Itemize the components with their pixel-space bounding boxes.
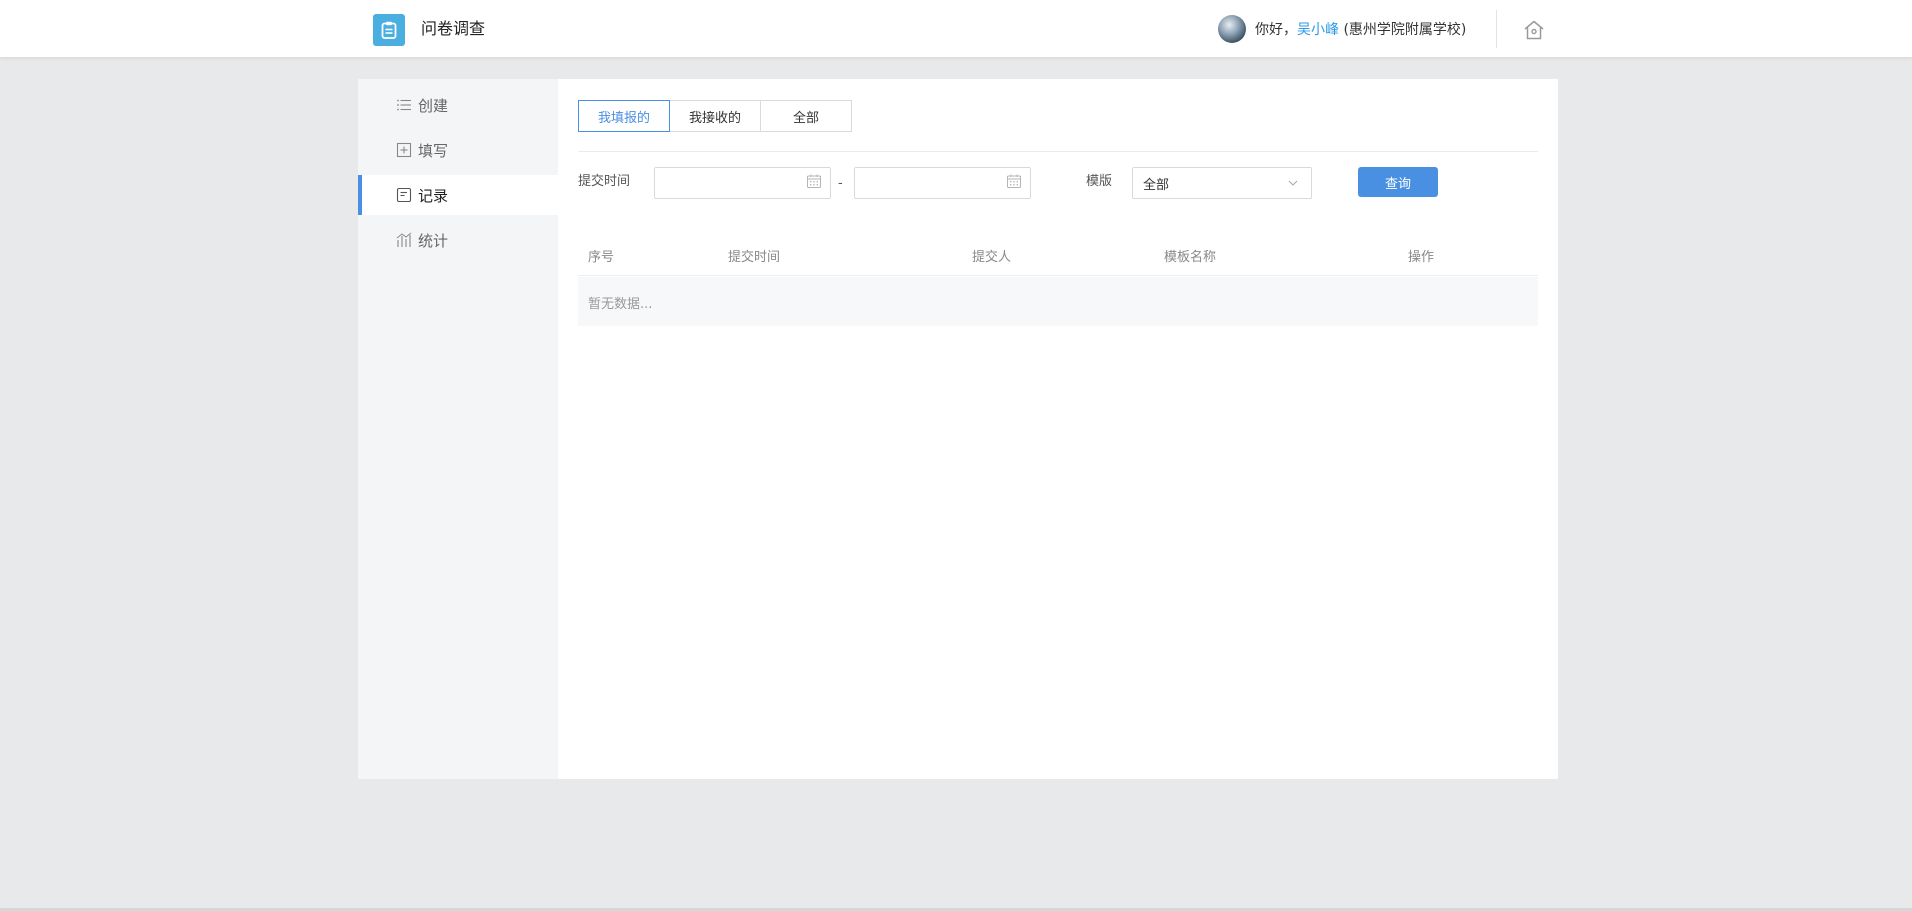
sidebar: 创建 填写 记录 统计 bbox=[358, 79, 558, 779]
user-info: 你好，吴小峰 (惠州学院附属学校) bbox=[1218, 15, 1466, 43]
bar-chart-icon bbox=[396, 232, 412, 248]
username-link[interactable]: 吴小峰 bbox=[1297, 22, 1339, 38]
empty-message: 暂无数据... bbox=[588, 297, 653, 312]
tab-group: 我填报的 我接收的 全部 bbox=[578, 100, 852, 132]
end-date-field[interactable] bbox=[854, 167, 1031, 199]
sidebar-item-label: 填写 bbox=[418, 141, 449, 160]
home-icon[interactable] bbox=[1522, 18, 1546, 42]
greeting-prefix: 你好， bbox=[1255, 22, 1297, 38]
organization-name: (惠州学院附属学校) bbox=[1339, 22, 1467, 38]
tab-all[interactable]: 全部 bbox=[760, 100, 852, 132]
column-header-submit-time: 提交时间 bbox=[728, 250, 781, 265]
header-divider bbox=[1496, 10, 1497, 48]
tab-my-submissions[interactable]: 我填报的 bbox=[578, 100, 670, 132]
sidebar-item-records[interactable]: 记录 bbox=[358, 175, 558, 215]
sidebar-item-label: 记录 bbox=[418, 186, 449, 205]
sidebar-item-create[interactable]: 创建 bbox=[358, 85, 558, 125]
column-header-index: 序号 bbox=[588, 250, 615, 265]
sidebar-item-label: 统计 bbox=[418, 231, 449, 250]
greeting-text: 你好，吴小峰 (惠州学院附属学校) bbox=[1255, 19, 1466, 39]
list-icon bbox=[396, 97, 412, 113]
column-header-template-name: 模板名称 bbox=[1164, 250, 1217, 265]
column-header-actions: 操作 bbox=[1408, 250, 1435, 265]
sidebar-item-label: 创建 bbox=[418, 96, 449, 115]
record-icon bbox=[396, 187, 412, 203]
avatar[interactable] bbox=[1218, 15, 1246, 43]
chevron-down-icon bbox=[1287, 176, 1299, 191]
content-area: 我填报的 我接收的 全部 提交时间 - 模版 全部 查询 序号 提交时间 提交人… bbox=[558, 79, 1558, 779]
date-range-separator: - bbox=[838, 176, 843, 191]
template-selected-value: 全部 bbox=[1143, 177, 1170, 193]
top-bar: 问卷调查 你好，吴小峰 (惠州学院附属学校) bbox=[0, 0, 1912, 58]
table-header: 序号 提交时间 提交人 模板名称 操作 bbox=[578, 234, 1538, 276]
plus-square-icon bbox=[396, 142, 412, 158]
end-date-input[interactable] bbox=[863, 174, 993, 192]
sidebar-item-statistics[interactable]: 统计 bbox=[358, 220, 558, 260]
tab-received[interactable]: 我接收的 bbox=[669, 100, 761, 132]
divider bbox=[578, 151, 1538, 152]
calendar-icon[interactable] bbox=[1006, 173, 1022, 193]
sidebar-item-fill[interactable]: 填写 bbox=[358, 130, 558, 170]
start-date-field[interactable] bbox=[654, 167, 831, 199]
query-button[interactable]: 查询 bbox=[1358, 167, 1438, 197]
column-header-submitter: 提交人 bbox=[972, 250, 1012, 265]
submit-time-label: 提交时间 bbox=[578, 174, 631, 189]
main-panel: 创建 填写 记录 统计 我填报的 我接收的 全部 提交时间 - 模版 全部 查询… bbox=[358, 79, 1558, 779]
calendar-icon[interactable] bbox=[806, 173, 822, 193]
clipboard-icon[interactable] bbox=[373, 14, 405, 46]
app-title: 问卷调查 bbox=[421, 19, 486, 38]
template-label: 模版 bbox=[1086, 174, 1113, 189]
start-date-input[interactable] bbox=[663, 174, 793, 192]
empty-table-row: 暂无数据... bbox=[578, 277, 1538, 326]
template-select[interactable]: 全部 bbox=[1132, 167, 1312, 199]
